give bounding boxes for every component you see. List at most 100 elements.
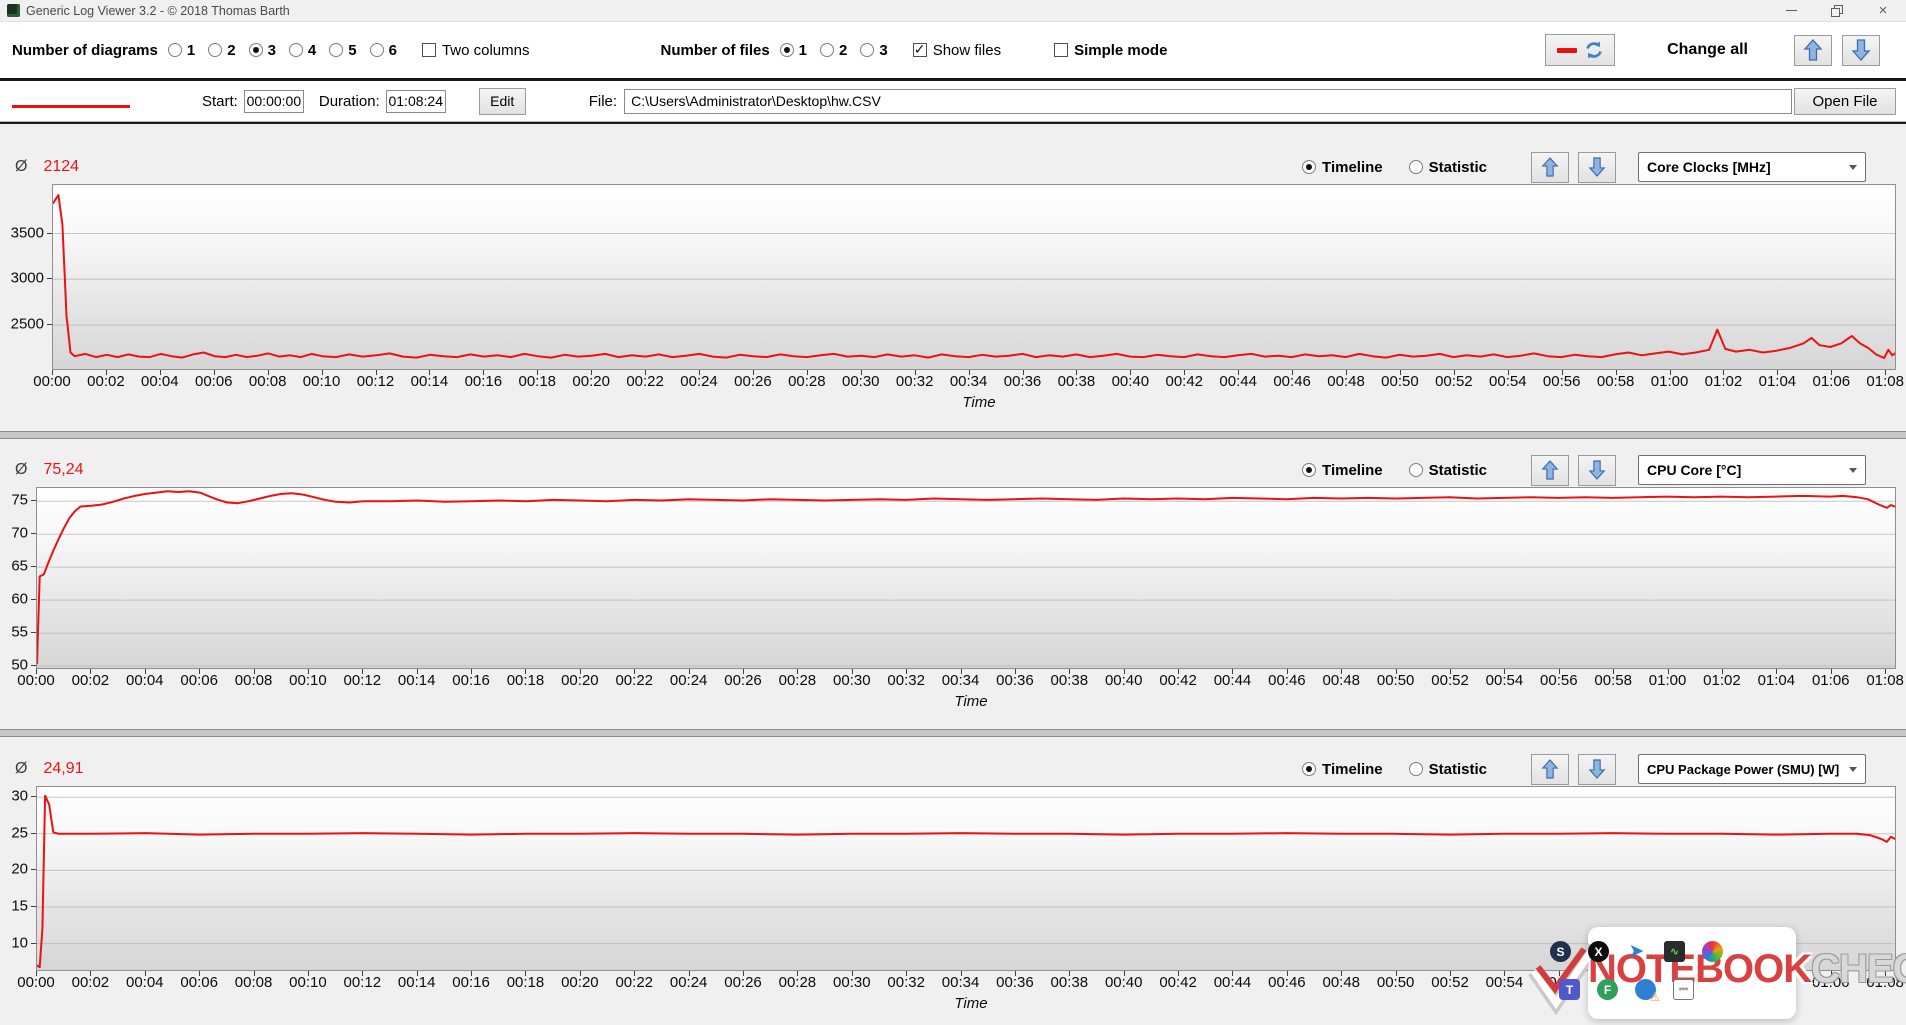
x-tick-label: 00:24 xyxy=(670,974,708,991)
duration-label: Duration: xyxy=(319,93,380,110)
panel-splitter[interactable] xyxy=(0,729,1906,737)
x-tick-label: 00:24 xyxy=(670,672,708,689)
x-tick-label: 00:42 xyxy=(1159,672,1197,689)
timeline-radio[interactable]: Timeline xyxy=(1302,761,1383,778)
x-tick-label: 00:22 xyxy=(626,373,664,390)
statistic-radio[interactable]: Statistic xyxy=(1409,159,1487,176)
x-tick-label: 00:10 xyxy=(289,672,327,689)
radio-icon xyxy=(1409,160,1423,174)
file-bar: Start: 00:00:00 Duration: 01:08:24 Edit … xyxy=(0,81,1906,122)
files-group-label: Number of files xyxy=(660,42,769,59)
y-tick-label: 65 xyxy=(11,558,28,575)
restore-button[interactable] xyxy=(1814,0,1860,21)
x-tick-label: 00:16 xyxy=(465,373,503,390)
x-tick-label: 01:02 xyxy=(1703,974,1741,991)
file-path-input[interactable]: C:\Users\Administrator\Desktop\hw.CSV xyxy=(624,89,1792,114)
diagrams-radio-6[interactable]: 6 xyxy=(370,42,397,59)
x-tick-label: 00:06 xyxy=(180,974,218,991)
x-tick-label: 00:14 xyxy=(398,974,436,991)
panel-splitter[interactable] xyxy=(0,431,1906,439)
diagrams-group-label: Number of diagrams xyxy=(12,42,158,59)
y-tick-label: 15 xyxy=(11,898,28,915)
chevron-down-icon xyxy=(1849,767,1857,772)
x-tick-label: 00:48 xyxy=(1322,974,1360,991)
x-tick-label: 00:26 xyxy=(724,974,762,991)
series-line xyxy=(53,195,1895,358)
timeline-radio[interactable]: Timeline xyxy=(1302,159,1383,176)
timeline-radio[interactable]: Timeline xyxy=(1302,462,1383,479)
line-style-refresh-button[interactable] xyxy=(1545,34,1615,66)
files-radio-3[interactable]: 3 xyxy=(860,42,887,59)
x-tick-label: 01:04 xyxy=(1759,373,1797,390)
x-tick-label: 00:48 xyxy=(1322,672,1360,689)
app-icon xyxy=(7,4,20,17)
diagrams-radio-2[interactable]: 2 xyxy=(208,42,235,59)
radio-icon xyxy=(329,43,343,57)
statistic-radio[interactable]: Statistic xyxy=(1409,462,1487,479)
x-tick-label: 00:20 xyxy=(561,672,599,689)
open-file-button[interactable]: Open File xyxy=(1794,88,1896,115)
x-tick-label: 00:16 xyxy=(452,974,490,991)
x-tick-label: 01:04 xyxy=(1758,974,1796,991)
x-tick-label: 00:58 xyxy=(1594,974,1632,991)
move-down-button[interactable] xyxy=(1578,754,1616,785)
move-down-button[interactable] xyxy=(1578,455,1616,486)
statistic-radio[interactable]: Statistic xyxy=(1409,761,1487,778)
x-tick-label: 00:54 xyxy=(1489,373,1527,390)
x-tick-label: 00:58 xyxy=(1594,672,1632,689)
x-tick-label: 00:28 xyxy=(788,373,826,390)
x-tick-label: 01:04 xyxy=(1758,672,1796,689)
duration-input[interactable]: 01:08:24 xyxy=(386,90,446,113)
start-time-input[interactable]: 00:00:00 xyxy=(244,90,304,113)
x-tick-label: 01:00 xyxy=(1649,974,1687,991)
x-axis-title: Time xyxy=(0,394,1906,414)
panel-header: Ø 2124 Timeline Statistic Core Clocks [M… xyxy=(0,150,1906,184)
x-tick-label: 01:00 xyxy=(1649,672,1687,689)
radio-icon xyxy=(1409,463,1423,477)
edit-button[interactable]: Edit xyxy=(479,88,526,115)
chart-svg xyxy=(53,185,1895,369)
diagrams-radio-4[interactable]: 4 xyxy=(289,42,316,59)
average-symbol: Ø xyxy=(15,461,27,479)
metric-dropdown[interactable]: CPU Core [°C] xyxy=(1638,455,1866,485)
two-columns-checkbox[interactable]: Two columns xyxy=(422,42,530,59)
x-tick-label: 00:52 xyxy=(1431,672,1469,689)
move-up-button[interactable] xyxy=(1531,754,1569,785)
move-up-button[interactable] xyxy=(1531,152,1569,183)
diagrams-radio-5[interactable]: 5 xyxy=(329,42,356,59)
window-controls: × xyxy=(1768,0,1906,21)
y-tick-label: 25 xyxy=(11,824,28,841)
x-tick-label: 00:36 xyxy=(996,974,1034,991)
close-icon: × xyxy=(1879,2,1888,19)
x-tick-label: 00:18 xyxy=(518,373,556,390)
files-radio-2[interactable]: 2 xyxy=(820,42,847,59)
x-tick-label: 00:32 xyxy=(887,672,925,689)
checkbox-icon xyxy=(1054,43,1068,57)
y-tick-label: 10 xyxy=(11,934,28,951)
metric-dropdown[interactable]: Core Clocks [MHz] xyxy=(1638,152,1866,182)
arrow-up-icon xyxy=(1541,156,1559,178)
x-tick-label: 00:18 xyxy=(507,672,545,689)
diagrams-radio-1[interactable]: 1 xyxy=(168,42,195,59)
average-readout: Ø 24,91 xyxy=(15,760,84,778)
change-all-down-button[interactable] xyxy=(1842,35,1880,66)
y-axis: 505560657075 xyxy=(0,487,36,669)
show-files-checkbox[interactable]: Show files xyxy=(913,42,1001,59)
move-down-button[interactable] xyxy=(1578,152,1616,183)
x-tick-label: 00:02 xyxy=(72,974,110,991)
radio-icon xyxy=(780,43,794,57)
x-tick-label: 00:34 xyxy=(942,672,980,689)
diagrams-radio-3[interactable]: 3 xyxy=(249,42,276,59)
minimize-button[interactable] xyxy=(1768,0,1814,21)
file-label: File: xyxy=(589,93,617,110)
arrow-up-icon xyxy=(1541,758,1559,780)
close-button[interactable]: × xyxy=(1860,0,1906,21)
move-up-button[interactable] xyxy=(1531,455,1569,486)
files-radio-1[interactable]: 1 xyxy=(780,42,807,59)
metric-dropdown[interactable]: CPU Package Power (SMU) [W] xyxy=(1638,754,1866,784)
change-all-up-button[interactable] xyxy=(1794,35,1832,66)
arrow-down-icon xyxy=(1588,758,1606,780)
simple-mode-checkbox[interactable]: Simple mode xyxy=(1054,42,1167,59)
x-tick-label: 00:38 xyxy=(1058,373,1096,390)
x-tick-label: 00:50 xyxy=(1377,974,1415,991)
